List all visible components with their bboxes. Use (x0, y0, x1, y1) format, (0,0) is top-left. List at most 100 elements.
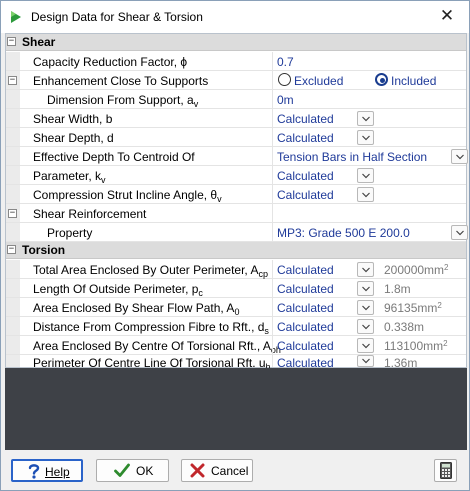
parameter-value[interactable]: Calculated (277, 169, 334, 183)
chevron-down-icon[interactable] (357, 319, 374, 334)
radio-included-label[interactable]: Included (391, 74, 436, 88)
shear-width-value[interactable]: Calculated (277, 112, 334, 126)
chevron-down-icon[interactable] (451, 149, 468, 164)
row-length-outside[interactable]: Length Of Outside Perimeter, pc Calculat… (6, 279, 466, 298)
category-shear[interactable]: − Shear (6, 34, 466, 51)
row-label: Distance From Compression Fibre to Rft.,… (33, 320, 269, 336)
row-shear-width[interactable]: Shear Width, b Calculated (6, 109, 466, 128)
row-gutter (6, 298, 20, 316)
computed-value: 96135mm2 (384, 301, 442, 315)
row-gutter (6, 128, 20, 146)
area-centre-value[interactable]: Calculated (277, 339, 334, 353)
cancel-button[interactable]: Cancel (181, 459, 253, 482)
property-value[interactable]: MP3: Grade 500 E 200.0 (277, 226, 410, 240)
chevron-down-icon[interactable] (357, 338, 374, 353)
checkmark-icon (114, 463, 130, 477)
area-flow-value[interactable]: Calculated (277, 301, 334, 315)
row-label: Shear Width, b (33, 112, 113, 126)
calculator-button[interactable] (434, 459, 457, 482)
row-shear-depth[interactable]: Shear Depth, d Calculated (6, 128, 466, 147)
row-dimension[interactable]: Dimension From Support, av 0m (6, 90, 466, 109)
divider (272, 204, 273, 223)
divider (272, 52, 273, 71)
row-label: Enhancement Close To Supports (33, 74, 209, 88)
row-parameter[interactable]: Parameter, kv Calculated (6, 166, 466, 185)
question-icon (28, 464, 40, 479)
radio-excluded-label[interactable]: Excluded (294, 74, 343, 88)
title-bar: Design Data for Shear & Torsion ✕ (1, 1, 469, 33)
computed-value: 200000mm2 (384, 263, 449, 277)
chevron-down-icon[interactable] (357, 130, 374, 145)
row-label: Capacity Reduction Factor, ϕ (33, 55, 188, 69)
chevron-down-icon[interactable] (357, 168, 374, 183)
row-gutter (6, 317, 20, 335)
help-button[interactable]: Help (11, 459, 83, 482)
row-strut-angle[interactable]: Compression Strut Incline Angle, θv Calc… (6, 185, 466, 204)
collapse-icon[interactable]: − (7, 37, 16, 46)
chevron-down-icon[interactable] (357, 281, 374, 296)
row-shear-reinforcement[interactable]: − Shear Reinforcement (6, 204, 466, 223)
dimension-value[interactable]: 0m (277, 93, 294, 107)
divider (272, 355, 273, 367)
window-title: Design Data for Shear & Torsion (31, 10, 203, 24)
dialog-window: Design Data for Shear & Torsion ✕ − Shea… (0, 0, 470, 491)
row-gutter (6, 166, 20, 184)
collapse-icon[interactable]: − (8, 209, 17, 218)
row-area-outer[interactable]: Total Area Enclosed By Outer Perimeter, … (6, 260, 466, 279)
divider (272, 223, 273, 242)
radio-included[interactable] (375, 73, 388, 86)
row-label: Shear Reinforcement (33, 207, 147, 221)
category-torsion[interactable]: − Torsion (6, 242, 466, 259)
chevron-down-icon[interactable] (357, 187, 374, 202)
radio-excluded[interactable] (278, 73, 291, 86)
chevron-down-icon[interactable] (357, 355, 374, 367)
computed-value: 113100mm2 (384, 339, 448, 353)
divider (272, 317, 273, 336)
app-icon (11, 11, 21, 23)
x-icon (190, 463, 205, 478)
cancel-label: Cancel (211, 464, 249, 478)
divider (272, 260, 273, 279)
chevron-down-icon[interactable] (357, 262, 374, 277)
row-gutter (6, 260, 20, 278)
row-enhancement[interactable]: − Enhancement Close To Supports Excluded… (6, 71, 466, 90)
strut-angle-value[interactable]: Calculated (277, 188, 334, 202)
close-icon[interactable]: ✕ (425, 1, 469, 33)
effective-depth-value[interactable]: Tension Bars in Half Section (277, 150, 427, 164)
chevron-down-icon[interactable] (357, 300, 374, 315)
ok-label: OK (136, 464, 154, 478)
divider (272, 147, 273, 166)
property-grid: − Shear Capacity Reduction Factor, ϕ 0.7… (5, 33, 468, 372)
divider (272, 90, 273, 109)
length-outside-value[interactable]: Calculated (277, 282, 334, 296)
area-outer-value[interactable]: Calculated (277, 263, 334, 277)
row-perimeter[interactable]: Perimeter Of Centre Line Of Torsional Rf… (6, 355, 466, 372)
row-effective-depth[interactable]: Effective Depth To Centroid Of Tension B… (6, 147, 468, 166)
shear-depth-value[interactable]: Calculated (277, 131, 334, 145)
collapse-icon[interactable]: − (8, 76, 17, 85)
row-label: Total Area Enclosed By Outer Perimeter, … (33, 263, 268, 279)
distance-value[interactable]: Calculated (277, 320, 334, 334)
row-gutter (6, 147, 20, 165)
row-gutter (6, 52, 20, 70)
ok-button[interactable]: OK (96, 459, 169, 482)
row-property[interactable]: Property MP3: Grade 500 E 200.0 (6, 223, 468, 242)
category-label: Shear (22, 35, 56, 49)
row-label: Area Enclosed By Centre Of Torsional Rft… (33, 339, 281, 355)
row-distance[interactable]: Distance From Compression Fibre to Rft.,… (6, 317, 466, 336)
capacity-value[interactable]: 0.7 (277, 55, 294, 69)
row-gutter (6, 90, 20, 108)
row-capacity-reduction[interactable]: Capacity Reduction Factor, ϕ 0.7 (6, 52, 466, 71)
row-label: Compression Strut Incline Angle, θv (33, 188, 222, 204)
category-label: Torsion (22, 243, 66, 257)
chevron-down-icon[interactable] (357, 111, 374, 126)
collapse-icon[interactable]: − (7, 245, 16, 254)
row-area-centre[interactable]: Area Enclosed By Centre Of Torsional Rft… (6, 336, 466, 355)
divider (272, 166, 273, 185)
row-gutter (6, 355, 20, 367)
row-gutter (6, 279, 20, 297)
row-label: Length Of Outside Perimeter, pc (33, 282, 203, 298)
row-gutter (6, 185, 20, 203)
chevron-down-icon[interactable] (451, 225, 468, 240)
row-area-flow[interactable]: Area Enclosed By Shear Flow Path, A0 Cal… (6, 298, 466, 317)
